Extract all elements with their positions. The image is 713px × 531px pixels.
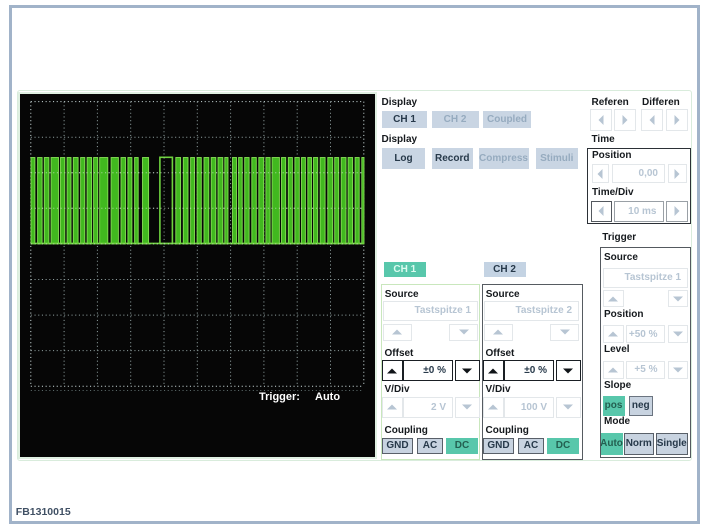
svg-text:Trigger:: Trigger: [259,391,300,403]
svg-text:Auto: Auto [315,391,340,403]
